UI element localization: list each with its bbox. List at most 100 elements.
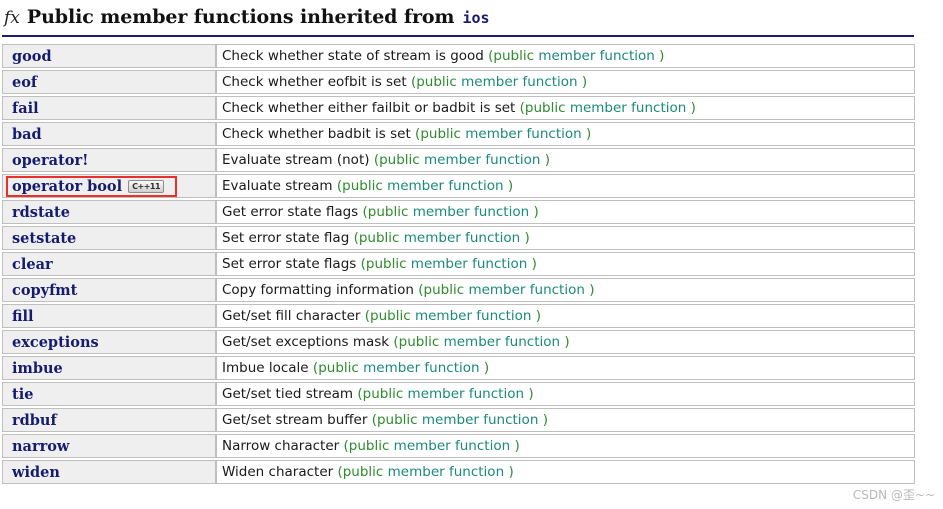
description-text: Set error state flag [222,230,350,246]
fx-icon: fx [4,8,20,28]
function-description-cell: Set error state flag (public member func… [216,226,915,250]
kind-paren-close: ) [589,282,595,298]
kind-label: member function [461,74,578,90]
function-description-cell: Get/set tied stream (public member funct… [216,382,915,406]
description-text: Imbue locale [222,360,309,376]
table-row: operator! Evaluate stream (not) (public m… [2,148,915,172]
function-name-link[interactable]: operator! [12,152,88,169]
function-name-cell[interactable]: tie [2,382,216,406]
kind-label: member function [403,230,521,246]
header-scope-class: ios [462,9,490,27]
kind-paren-open: (public [360,256,407,272]
kind-label: member function [393,438,511,454]
kind-label: member function [410,256,528,272]
inherited-functions-table: good Check whether state of stream is goo… [2,42,915,486]
function-name-cell[interactable]: rdbuf [2,408,216,432]
kind-paren-close: ) [586,126,592,142]
description-text: Check whether badbit is set [222,126,411,142]
kind-label: member function [387,178,504,194]
kind-paren-open: (public [353,230,400,246]
kind-paren-open: (public [364,308,411,324]
description-text: Get/set fill character [222,308,361,324]
function-name-cell[interactable]: fail [2,96,216,120]
kind-label: member function [538,48,655,64]
description-text: Narrow character [222,438,340,454]
table-row: widen Widen character (public member func… [2,460,915,484]
kind-paren-open: (public [362,204,409,220]
function-name-link[interactable]: imbue [12,360,63,377]
kind-paren-open: (public [410,74,457,90]
kind-paren-close: ) [533,204,539,220]
function-name-cell[interactable]: narrow [2,434,216,458]
description-text: Evaluate stream [222,178,333,194]
function-name-link[interactable]: narrow [12,438,69,455]
kind-label: member function [363,360,480,376]
function-description-cell: Imbue locale (public member function ) [216,356,915,380]
table-row: operator bool C++11 Evaluate stream (publi… [2,174,915,198]
function-description-cell: Get/set exceptions mask (public member f… [216,330,915,354]
table-row: fill Get/set fill character (public membe… [2,304,915,328]
kind-label: member function [414,308,532,324]
header-divider [2,35,914,37]
function-description-cell: Check whether state of stream is good (p… [216,44,915,68]
function-name-link[interactable]: rdstate [12,204,70,221]
kind-paren-close: ) [507,178,514,194]
function-name-cell[interactable]: operator! [2,148,216,172]
csdn-watermark: CSDN @歪~~ [852,488,935,502]
table-row: setstate Set error state flag (public mem… [2,226,915,250]
description-text: Get error state flags [222,204,359,220]
kind-paren-close: ) [528,386,534,402]
description-text: Check whether either failbit or badbit i… [222,100,516,116]
function-name-link[interactable]: bad [12,126,42,143]
kind-label: member function [468,282,585,298]
function-name-link[interactable]: widen [12,464,60,481]
table-row: eof Check whether eofbit is set (public m… [2,70,915,94]
function-name-link[interactable]: rdbuf [12,412,57,429]
function-name-cell[interactable]: exceptions [2,330,216,354]
kind-paren-close: ) [544,152,551,168]
function-name-cell[interactable]: widen [2,460,216,484]
description-text: Widen character [222,464,334,480]
function-description-cell: Evaluate stream (not) (public member fun… [216,148,915,172]
function-name-link[interactable]: eof [12,74,37,91]
function-name-cell[interactable]: good [2,44,216,68]
kind-label: member function [424,152,541,168]
kind-paren-open: (public [337,464,384,480]
function-name-link[interactable]: copyfmt [12,282,77,299]
description-text: Get/set tied stream [222,386,354,402]
function-name-link[interactable]: fill [12,308,34,325]
function-name-cell[interactable]: clear [2,252,216,276]
function-name-link[interactable]: clear [12,256,53,273]
function-name-link[interactable]: good [12,48,52,65]
function-name-link[interactable]: setstate [12,230,76,247]
function-description-cell: Widen character (public member function … [216,460,915,484]
function-name-link[interactable]: fail [12,100,39,117]
function-name-link[interactable]: exceptions [12,334,99,351]
kind-paren-open: (public [415,126,461,142]
description-text: Check whether state of stream is good [222,48,484,64]
kind-paren-close: ) [524,230,530,246]
kind-paren-close: ) [542,412,548,428]
function-name-cell[interactable]: eof [2,70,216,94]
description-text: Copy formatting information [222,282,414,298]
function-description-cell: Get/set fill character (public member fu… [216,304,915,328]
function-name-cell[interactable]: bad [2,122,216,146]
table-row: clear Set error state flags (public membe… [2,252,915,276]
function-name-cell[interactable]: operator bool C++11 [2,174,216,198]
description-text: Set error state flags [222,256,357,272]
function-name-cell[interactable]: imbue [2,356,216,380]
kind-paren-open: (public [336,178,383,194]
function-name-cell[interactable]: fill [2,304,216,328]
function-name-cell[interactable]: setstate [2,226,216,250]
function-name-cell[interactable]: rdstate [2,200,216,224]
kind-paren-close: ) [659,48,665,64]
kind-paren-close: ) [564,334,570,350]
function-name-cell[interactable]: copyfmt [2,278,216,302]
kind-paren-open: (public [343,438,390,454]
function-description-cell: Set error state flags (public member fun… [216,252,915,276]
kind-paren-close: ) [535,308,542,324]
function-name-link[interactable]: tie [12,386,33,403]
table-body: good Check whether state of stream is goo… [2,44,915,484]
function-name-link[interactable]: operator bool [12,178,122,195]
table-row: copyfmt Copy formatting information (publ… [2,278,915,302]
